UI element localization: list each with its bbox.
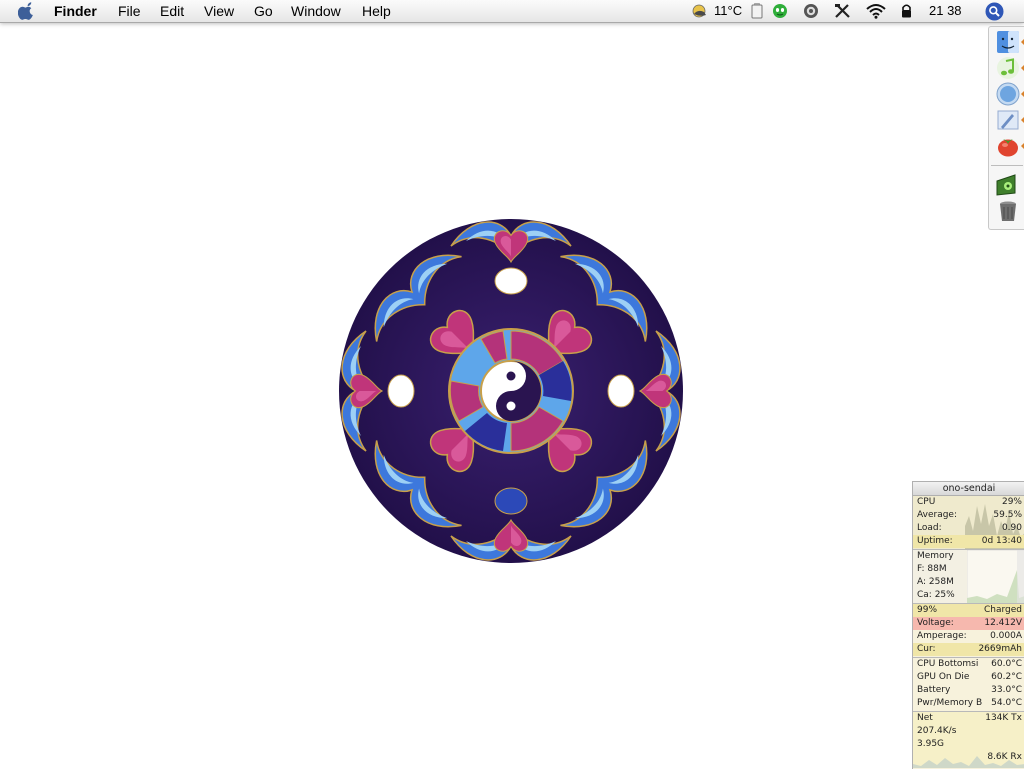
uptime-value: 0d 13:40 <box>981 536 1022 546</box>
battery-section: 99% Charged Voltage: 12.412V Amperage: 0.00… <box>913 604 1024 658</box>
menu-app-name[interactable]: Finder <box>54 3 97 19</box>
trash-icon[interactable] <box>996 199 1020 223</box>
battery-icon[interactable] <box>751 3 763 19</box>
menu-file[interactable]: File <box>118 3 141 19</box>
net-rate: 207.4K/s <box>917 726 957 736</box>
temp-label: GPU On Die <box>917 672 970 682</box>
temp-value: 54.0°C <box>991 698 1022 708</box>
menu-go[interactable]: Go <box>254 3 273 19</box>
battery-status: Charged <box>983 605 1022 615</box>
menu-bar: Finder File Edit View Go Window Help 11°… <box>0 0 1024 23</box>
average-label: Average: <box>917 510 957 520</box>
cpu-value: 29% <box>1001 497 1022 507</box>
cur-value: 2669mAh <box>978 644 1022 654</box>
average-value: 59.5% <box>993 510 1022 520</box>
mail-icon[interactable] <box>996 108 1020 132</box>
temp-value: 33.0°C <box>991 685 1022 695</box>
lock-icon[interactable] <box>900 3 913 19</box>
amperage-label: Amperage: <box>917 631 967 641</box>
spotlight-search-icon[interactable] <box>985 2 1004 21</box>
menu-window[interactable]: Window <box>291 3 341 19</box>
memory-active: A: 258M <box>917 577 954 587</box>
itunes-icon[interactable] <box>996 56 1020 80</box>
voltage-label: Voltage: <box>917 618 954 628</box>
system-monitor-widget[interactable]: ono-sendai CPU 29% Average: 59.5% Load: 0.9… <box>912 481 1024 769</box>
cpu-section: CPU 29% Average: 59.5% Load: 0.90 Uptime: 0d… <box>913 496 1024 550</box>
wifi-icon[interactable] <box>866 3 886 19</box>
clock-text[interactable]: 21 38 <box>929 3 962 18</box>
memory-section: Memory F: 88M A: 258M Ca: 25% <box>913 550 1024 604</box>
net-label: Net <box>917 713 933 723</box>
uptime-label: Uptime: <box>917 536 953 546</box>
net-tx: 134K Tx <box>985 713 1022 723</box>
temp-label: CPU Bottomsi <box>917 659 979 669</box>
temp-label: Pwr/Memory B <box>917 698 983 708</box>
temperature-section: CPU Bottomsi 60.0°C GPU On Die 60.2°C Batt… <box>913 658 1024 712</box>
voltage-value: 12.412V <box>984 618 1022 628</box>
safari-icon[interactable] <box>996 82 1020 106</box>
disk-app-icon[interactable] <box>996 173 1020 197</box>
temp-value: 60.2°C <box>991 672 1022 682</box>
network-section: Net 134K Tx 207.4K/s 3.95G 8.6K Rx <box>913 712 1024 768</box>
dock-separator <box>991 165 1023 166</box>
memory-free: F: 88M <box>917 564 947 574</box>
hostname: ono-sendai <box>913 482 1024 496</box>
battery-percent: 99% <box>917 605 938 615</box>
net-rx: 8.6K Rx <box>987 752 1022 762</box>
dock <box>988 26 1024 230</box>
menu-view[interactable]: View <box>204 3 234 19</box>
memory-cache: Ca: 25% <box>917 590 955 600</box>
cpu-label: CPU <box>917 497 936 507</box>
temperature-text[interactable]: 11°C <box>714 3 742 18</box>
temp-label: Battery <box>917 685 951 695</box>
weather-icon[interactable] <box>692 3 709 19</box>
apple-menu-icon[interactable] <box>18 2 36 20</box>
finder-icon[interactable] <box>996 30 1020 54</box>
cur-label: Cur: <box>917 644 936 654</box>
tomato-icon[interactable] <box>996 134 1020 158</box>
load-value: 0.90 <box>1001 523 1022 533</box>
net-total: 3.95G <box>917 739 945 749</box>
load-label: Load: <box>917 523 942 533</box>
menu-help[interactable]: Help <box>362 3 391 19</box>
menu-edit[interactable]: Edit <box>160 3 184 19</box>
alien-icon[interactable] <box>772 3 788 19</box>
memory-title: Memory <box>917 551 954 561</box>
amperage-value: 0.000A <box>990 631 1022 641</box>
mandala-artwork <box>339 219 683 563</box>
temp-value: 60.0°C <box>991 659 1022 669</box>
activity-monitor-icon[interactable] <box>803 3 819 19</box>
tools-icon[interactable] <box>834 3 851 19</box>
